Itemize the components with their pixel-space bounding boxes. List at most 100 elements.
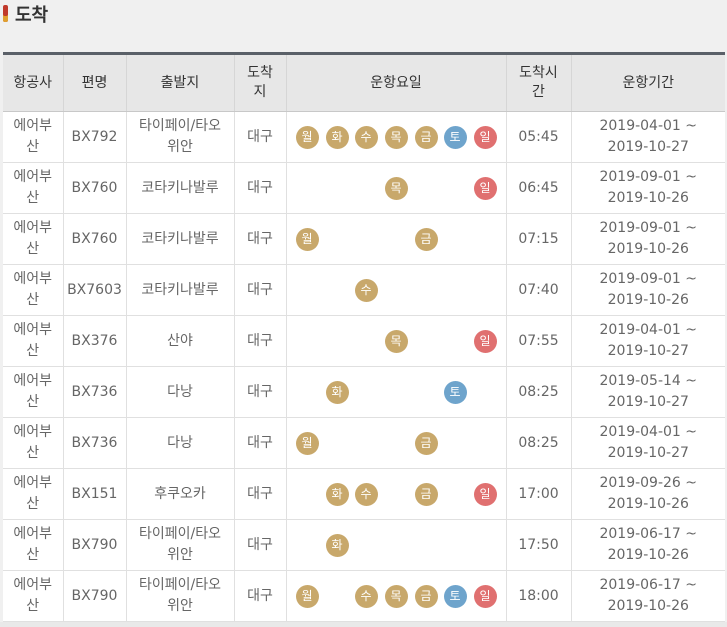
day-badge: 수 xyxy=(354,483,378,506)
day-badge: 금 xyxy=(414,126,438,149)
day-badge: 화 xyxy=(325,126,349,149)
cell-operating-days: 목일 xyxy=(285,162,506,214)
cell-flight: BX7603 xyxy=(62,264,126,316)
cell-arrival-time: 07:15 xyxy=(505,213,571,265)
day-badge: 토 xyxy=(443,126,467,149)
day-badge: 금 xyxy=(414,432,438,455)
cell-operating-period: 2019-04-01 ~ 2019-10-27 xyxy=(570,315,725,367)
table-row: 에어부산 BX7603 코타키나발루 대구 수 07:40 2019-09-01 ~ 201… xyxy=(3,264,725,316)
table-header-row: 항공사 편명 출발지 도착지 운항요일 도착시간 운항기간 xyxy=(3,53,725,112)
cell-origin: 코타키나발루 xyxy=(125,213,234,265)
cell-destination: 대구 xyxy=(233,213,286,265)
day-badge: 일 xyxy=(473,126,497,149)
cell-operating-days: 화수 금 일 xyxy=(285,468,506,520)
day-badge: 금 xyxy=(414,585,438,608)
cell-arrival-time: 08:25 xyxy=(505,417,571,469)
cell-arrival-time: 06:45 xyxy=(505,162,571,214)
cell-operating-period: 2019-09-01 ~ 2019-10-26 xyxy=(570,264,725,316)
day-badge: 화 xyxy=(325,534,349,557)
cell-arrival-time: 18:00 xyxy=(505,570,571,622)
cell-origin: 코타키나발루 xyxy=(125,264,234,316)
table-row: 에어부산 BX790 타이페이/타오위안 대구 월 수 목 금 토 일 18:00 2019-06-1… xyxy=(3,570,725,622)
day-badge: 화 xyxy=(325,483,349,506)
cell-arrival-time: 07:55 xyxy=(505,315,571,367)
header-airline: 항공사 xyxy=(3,53,63,112)
cell-operating-days: 월금 xyxy=(285,417,506,469)
day-badge: 수 xyxy=(354,585,378,608)
cell-flight: BX376 xyxy=(62,315,126,367)
cell-operating-period: 2019-04-01 ~ 2019-10-27 xyxy=(570,417,725,469)
day-badge: 금 xyxy=(414,228,438,251)
cell-arrival-time: 17:00 xyxy=(505,468,571,520)
day-badge: 토 xyxy=(443,585,467,608)
cell-destination: 대구 xyxy=(233,264,286,316)
day-badge: 수 xyxy=(354,279,378,302)
cell-operating-period: 2019-05-14 ~ 2019-10-27 xyxy=(570,366,725,418)
cell-flight: BX792 xyxy=(62,111,126,163)
day-badge: 목 xyxy=(384,177,408,200)
arrival-schedule-table: 항공사 편명 출발지 도착지 운항요일 도착시간 운항기간 에어부산 BX792 타… xyxy=(3,52,725,622)
cell-airline: 에어부산 xyxy=(3,519,63,571)
cell-airline: 에어부산 xyxy=(3,213,63,265)
cell-operating-period: 2019-09-26 ~ 2019-10-26 xyxy=(570,468,725,520)
cell-destination: 대구 xyxy=(233,162,286,214)
table-row: 에어부산 BX151 후쿠오카 대구 화 수 금 일 17:00 2019-09-26 ~ 201… xyxy=(3,468,725,520)
day-badge: 월 xyxy=(295,432,319,455)
day-badge: 일 xyxy=(473,483,497,506)
day-badge: 일 xyxy=(473,585,497,608)
table-row: 에어부산 BX736 다낭 대구 화 토 08:25 2019-05-14 ~ 2019-10… xyxy=(3,366,725,418)
day-badge: 월 xyxy=(295,126,319,149)
day-badge: 목 xyxy=(384,585,408,608)
table-row: 에어부산 BX760 코타키나발루 대구 월 금 07:15 2019-09-01 ~ 201… xyxy=(3,213,725,265)
cell-airline: 에어부산 xyxy=(3,570,63,622)
cell-origin: 타이페이/타오위안 xyxy=(125,570,234,622)
day-badge: 목 xyxy=(384,126,408,149)
cell-flight: BX736 xyxy=(62,417,126,469)
header-arrival-time: 도착시간 xyxy=(505,53,571,112)
cell-operating-days: 월금 xyxy=(285,213,506,265)
cell-arrival-time: 05:45 xyxy=(505,111,571,163)
cell-origin: 타이페이/타오위안 xyxy=(125,519,234,571)
cell-origin: 다낭 xyxy=(125,366,234,418)
cell-operating-period: 2019-09-01 ~ 2019-10-26 xyxy=(570,162,725,214)
cell-operating-period: 2019-09-01 ~ 2019-10-26 xyxy=(570,213,725,265)
cell-operating-period: 2019-06-17 ~ 2019-10-26 xyxy=(570,519,725,571)
cell-origin: 후쿠오카 xyxy=(125,468,234,520)
header-operating-period: 운항기간 xyxy=(570,53,725,112)
cell-arrival-time: 08:25 xyxy=(505,366,571,418)
cell-flight: BX760 xyxy=(62,213,126,265)
title-marker-icon xyxy=(3,5,8,22)
cell-destination: 대구 xyxy=(233,468,286,520)
cell-destination: 대구 xyxy=(233,519,286,571)
table-row: 에어부산 BX790 타이페이/타오위안 대구 화 17:50 2019-06-17 ~ 2… xyxy=(3,519,725,571)
table-row: 에어부산 BX376 산야 대구 목 일 07:55 2019-04-01 ~ 2019-10… xyxy=(3,315,725,367)
cell-destination: 대구 xyxy=(233,366,286,418)
table-row: 에어부산 BX736 다낭 대구 월 금 08:25 2019-04-01 ~ 2019-10… xyxy=(3,417,725,469)
cell-origin: 타이페이/타오위안 xyxy=(125,111,234,163)
section-header: 도착 xyxy=(0,0,727,30)
cell-flight: BX736 xyxy=(62,366,126,418)
cell-airline: 에어부산 xyxy=(3,264,63,316)
cell-origin: 다낭 xyxy=(125,417,234,469)
day-badge: 수 xyxy=(354,126,378,149)
cell-airline: 에어부산 xyxy=(3,111,63,163)
cell-airline: 에어부산 xyxy=(3,417,63,469)
day-badge: 일 xyxy=(473,177,497,200)
cell-destination: 대구 xyxy=(233,570,286,622)
table-row: 에어부산 BX792 타이페이/타오위안 대구 월 화 수 목 금 토 일 05:45 2019-04-… xyxy=(3,111,725,163)
day-badge: 화 xyxy=(325,381,349,404)
cell-flight: BX790 xyxy=(62,519,126,571)
cell-arrival-time: 07:40 xyxy=(505,264,571,316)
cell-airline: 에어부산 xyxy=(3,468,63,520)
header-operating-days: 운항요일 xyxy=(285,53,506,112)
cell-operating-period: 2019-04-01 ~ 2019-10-27 xyxy=(570,111,725,163)
day-badge: 월 xyxy=(295,228,319,251)
cell-operating-days: 화 xyxy=(285,519,506,571)
cell-airline: 에어부산 xyxy=(3,366,63,418)
cell-operating-days: 수 xyxy=(285,264,506,316)
cell-origin: 산야 xyxy=(125,315,234,367)
header-flight: 편명 xyxy=(62,53,126,112)
cell-origin: 코타키나발루 xyxy=(125,162,234,214)
cell-flight: BX790 xyxy=(62,570,126,622)
day-badge: 월 xyxy=(295,585,319,608)
